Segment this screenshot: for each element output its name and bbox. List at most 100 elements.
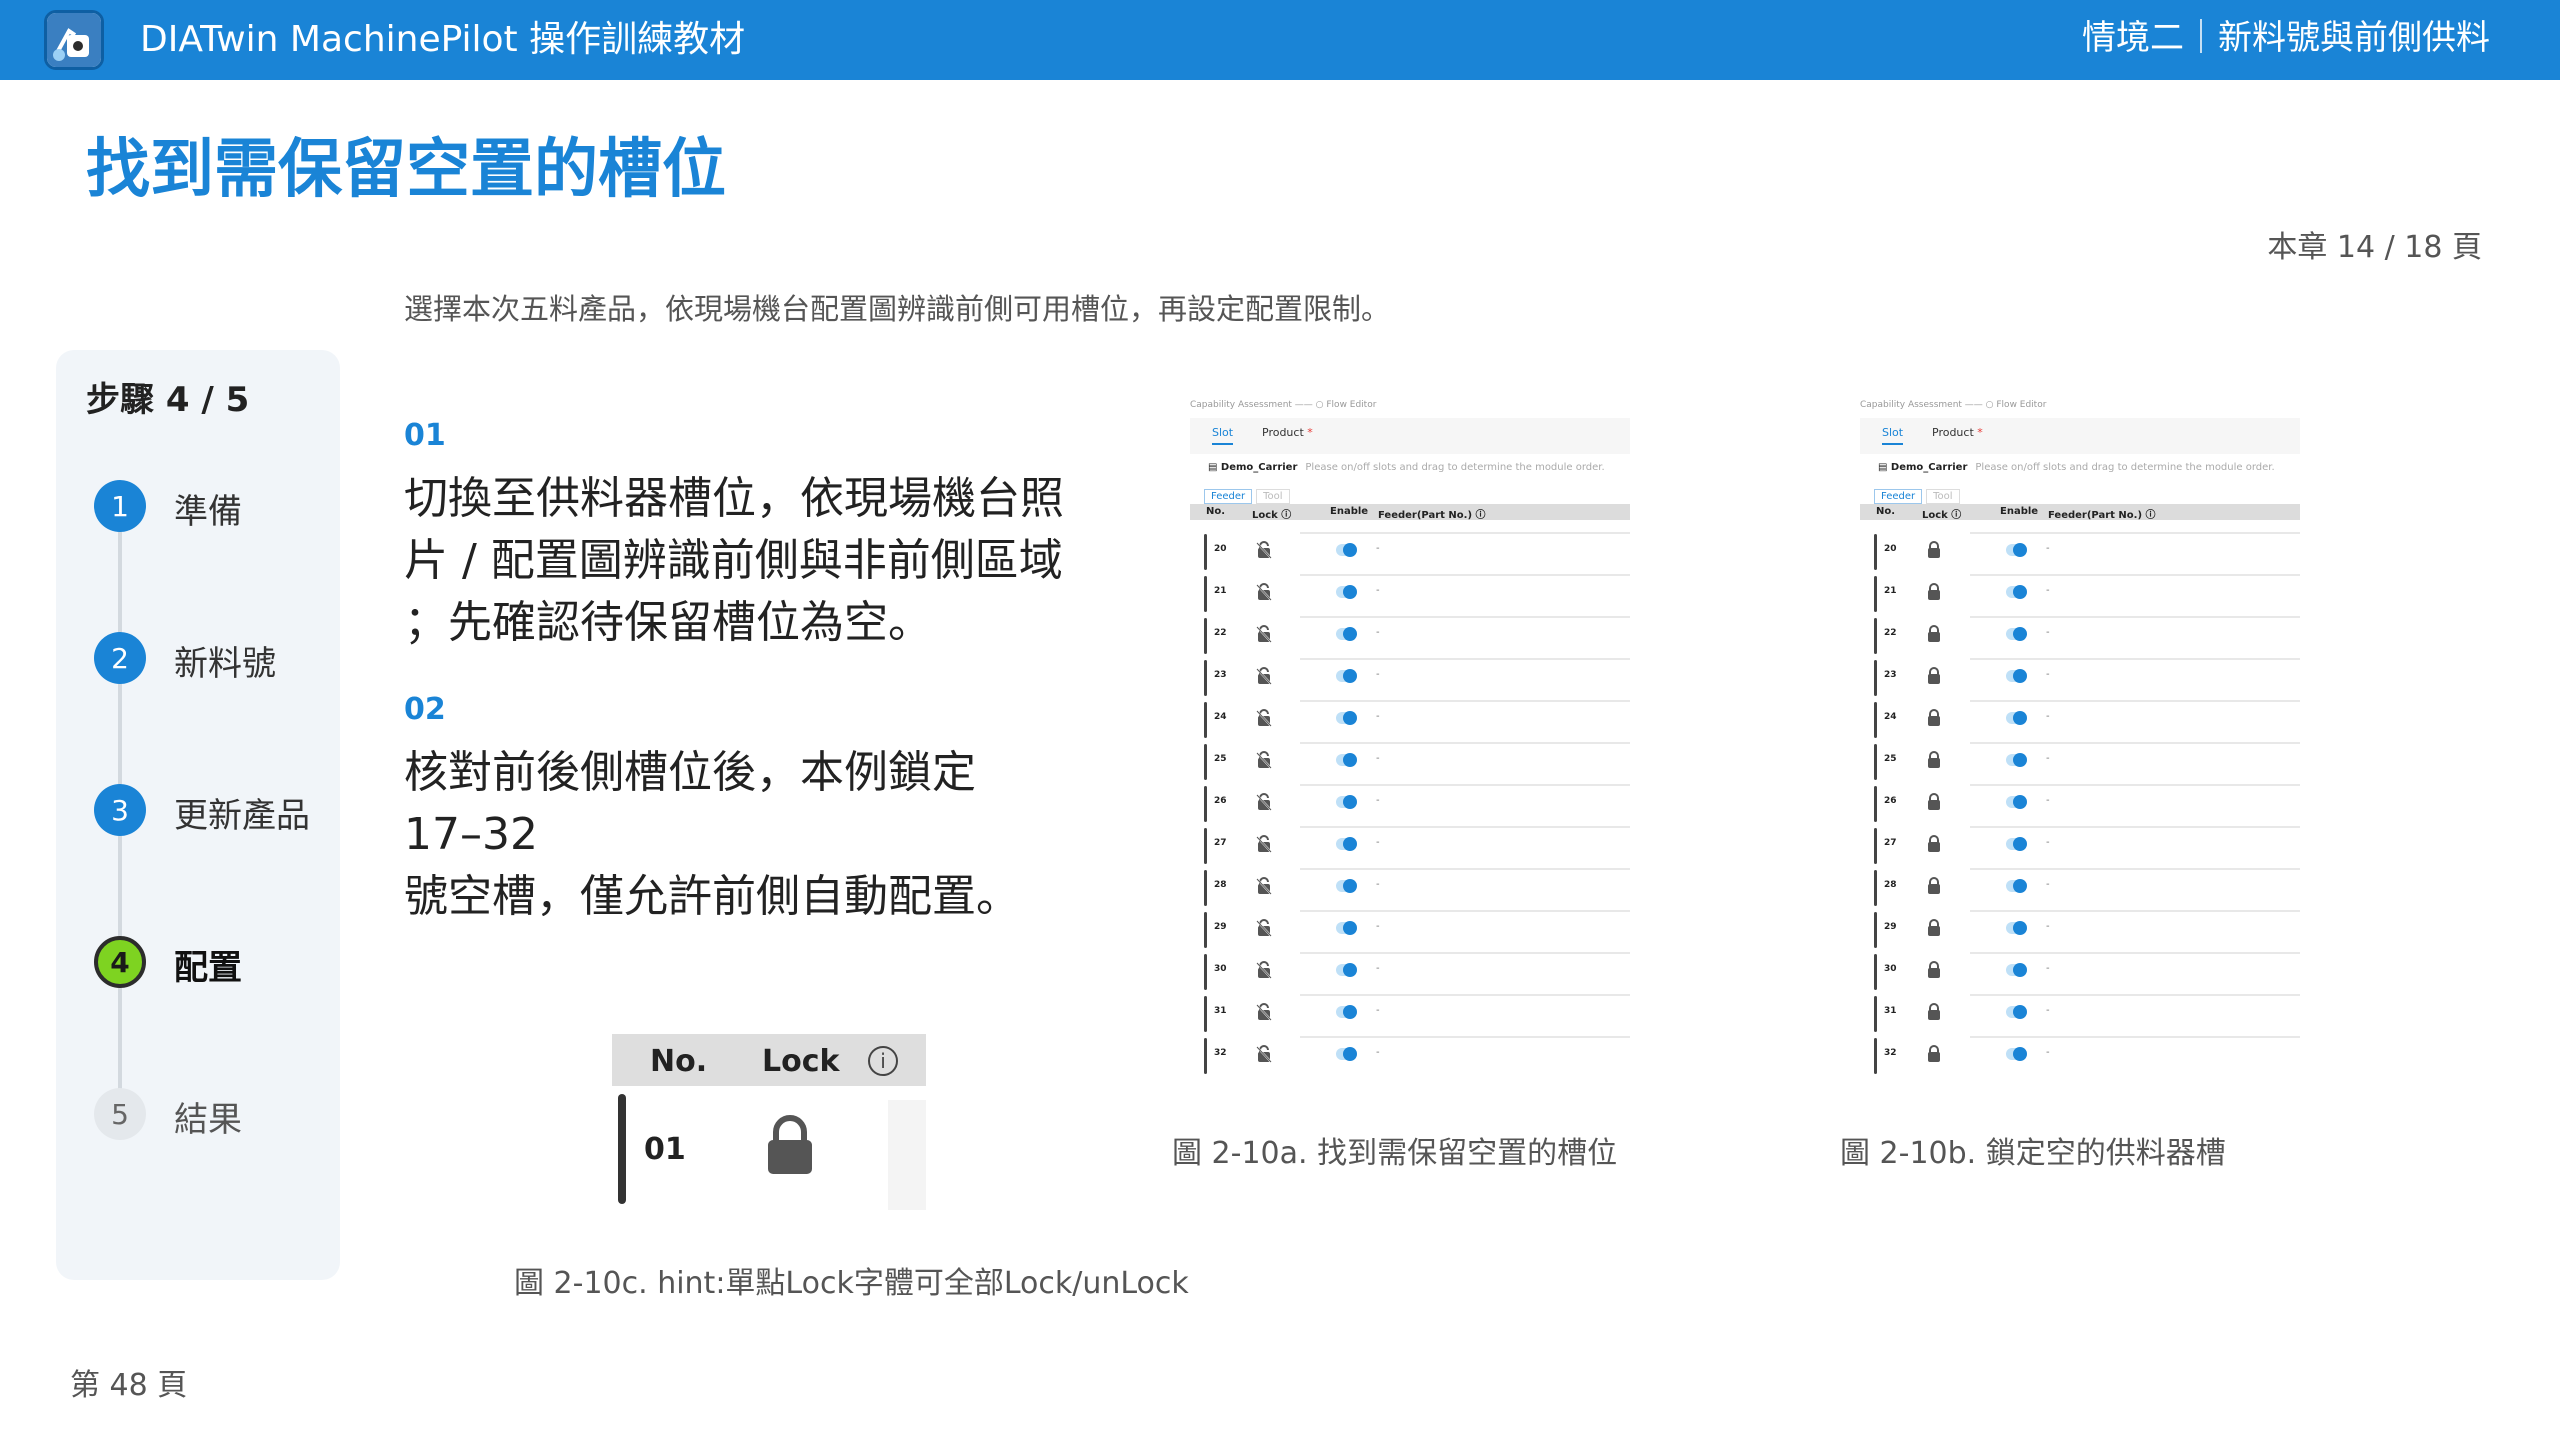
table-row[interactable]: 31 - xyxy=(1860,992,2300,1034)
enable-toggle[interactable] xyxy=(2006,627,2027,641)
unlocked-slot-icon[interactable] xyxy=(1254,960,1274,980)
table-row[interactable]: 32 - xyxy=(1860,1034,2300,1076)
unlocked-slot-icon[interactable] xyxy=(1254,918,1274,938)
table-row[interactable]: 28 - xyxy=(1190,866,1630,908)
enable-toggle[interactable] xyxy=(2006,963,2027,977)
tab-slot[interactable]: Slot xyxy=(1212,426,1234,445)
enable-toggle[interactable] xyxy=(2006,1047,2027,1061)
table-row[interactable]: 26 - xyxy=(1860,782,2300,824)
unlocked-slot-icon[interactable] xyxy=(1254,708,1274,728)
tab-product[interactable]: Product * xyxy=(1262,426,1313,439)
enable-toggle[interactable] xyxy=(1336,921,1357,935)
enable-toggle[interactable] xyxy=(1336,585,1357,599)
lock-icon[interactable] xyxy=(1924,1044,1944,1064)
lock-icon[interactable] xyxy=(1924,666,1944,686)
unlocked-slot-icon[interactable] xyxy=(1254,540,1274,560)
enable-toggle[interactable] xyxy=(2006,879,2027,893)
table-row[interactable]: 23 - xyxy=(1190,656,1630,698)
lock-icon[interactable] xyxy=(1924,1002,1944,1022)
table-row[interactable]: 26 - xyxy=(1190,782,1630,824)
enable-toggle[interactable] xyxy=(2006,795,2027,809)
table-row[interactable]: 25 - xyxy=(1190,740,1630,782)
unlocked-slot-icon[interactable] xyxy=(1254,750,1274,770)
lock-icon[interactable] xyxy=(1924,960,1944,980)
feeder-mode-button[interactable]: Feeder xyxy=(1204,489,1253,504)
lock-icon[interactable] xyxy=(1924,792,1944,812)
unlocked-slot-icon[interactable] xyxy=(1254,1044,1274,1064)
enable-toggle[interactable] xyxy=(2006,711,2027,725)
table-row[interactable]: 20 - xyxy=(1860,530,2300,572)
lock-icon[interactable] xyxy=(764,1114,816,1176)
table-row[interactable]: 32 - xyxy=(1190,1034,1630,1076)
step-item-5[interactable]: 5 結果 xyxy=(94,1088,334,1140)
enable-toggle[interactable] xyxy=(2006,1005,2027,1019)
col-lock[interactable]: Lock ⓘ xyxy=(1922,506,1961,521)
table-row[interactable]: 30 - xyxy=(1860,950,2300,992)
enable-toggle[interactable] xyxy=(1336,963,1357,977)
zoom-col-lock[interactable]: Lock xyxy=(762,1044,839,1079)
feeder-mode-button[interactable]: Feeder xyxy=(1874,489,1923,504)
enable-toggle[interactable] xyxy=(1336,1047,1357,1061)
table-row[interactable]: 21 - xyxy=(1190,572,1630,614)
enable-toggle[interactable] xyxy=(1336,1005,1357,1019)
unlocked-slot-icon[interactable] xyxy=(1254,792,1274,812)
enable-toggle[interactable] xyxy=(2006,585,2027,599)
enable-toggle[interactable] xyxy=(1336,627,1357,641)
enable-toggle[interactable] xyxy=(1336,669,1357,683)
table-row[interactable]: 29 - xyxy=(1860,908,2300,950)
unlocked-slot-icon[interactable] xyxy=(1254,876,1274,896)
lock-icon[interactable] xyxy=(1924,918,1944,938)
unlocked-slot-icon[interactable] xyxy=(1254,666,1274,686)
tool-mode-button[interactable]: Tool xyxy=(1256,489,1290,504)
tab-slot[interactable]: Slot xyxy=(1882,426,1904,445)
enable-toggle[interactable] xyxy=(1336,543,1357,557)
table-row[interactable]: 22 - xyxy=(1190,614,1630,656)
unlocked-slot-icon[interactable] xyxy=(1254,1002,1274,1022)
table-row[interactable]: 28 - xyxy=(1860,866,2300,908)
unlocked-slot-icon[interactable] xyxy=(1254,834,1274,854)
table-header: No. Lock ⓘ Enable Feeder(Part No.) ⓘ xyxy=(1190,504,1630,521)
table-row[interactable]: 23 - xyxy=(1860,656,2300,698)
table-row[interactable]: 21 - xyxy=(1860,572,2300,614)
table-row[interactable]: 22 - xyxy=(1860,614,2300,656)
table-row[interactable]: 31 - xyxy=(1190,992,1630,1034)
enable-toggle[interactable] xyxy=(2006,669,2027,683)
table-row[interactable]: 29 - xyxy=(1190,908,1630,950)
enable-toggle[interactable] xyxy=(1336,795,1357,809)
step-item-3[interactable]: 3 更新產品 xyxy=(94,784,334,836)
step-label: 結果 xyxy=(174,1100,242,1140)
enable-toggle[interactable] xyxy=(1336,711,1357,725)
tool-mode-button[interactable]: Tool xyxy=(1926,489,1960,504)
lock-icon[interactable] xyxy=(1924,834,1944,854)
table-row[interactable]: 27 - xyxy=(1190,824,1630,866)
enable-toggle[interactable] xyxy=(2006,753,2027,767)
table-row[interactable]: 25 - xyxy=(1860,740,2300,782)
lock-icon[interactable] xyxy=(1924,750,1944,770)
step-item-1[interactable]: 1 準備 xyxy=(94,480,334,532)
table-row[interactable]: 27 - xyxy=(1860,824,2300,866)
table-row[interactable]: 24 - xyxy=(1190,698,1630,740)
tab-product[interactable]: Product * xyxy=(1932,426,1983,439)
unlocked-slot-icon[interactable] xyxy=(1254,624,1274,644)
lock-icon[interactable] xyxy=(1924,876,1944,896)
step-item-2[interactable]: 2 新料號 xyxy=(94,632,334,684)
row-divider xyxy=(1970,1036,2300,1038)
row-divider xyxy=(1300,742,1630,744)
step-item-4[interactable]: 4 配置 xyxy=(94,936,334,988)
slot-bracket xyxy=(1874,744,1877,780)
unlocked-slot-icon[interactable] xyxy=(1254,582,1274,602)
lock-icon[interactable] xyxy=(1924,624,1944,644)
lock-icon[interactable] xyxy=(1924,582,1944,602)
lock-icon[interactable] xyxy=(1924,708,1944,728)
table-row[interactable]: 20 - xyxy=(1190,530,1630,572)
enable-toggle[interactable] xyxy=(2006,543,2027,557)
enable-toggle[interactable] xyxy=(1336,753,1357,767)
table-row[interactable]: 30 - xyxy=(1190,950,1630,992)
col-lock[interactable]: Lock ⓘ xyxy=(1252,506,1291,521)
enable-toggle[interactable] xyxy=(1336,837,1357,851)
enable-toggle[interactable] xyxy=(2006,921,2027,935)
enable-toggle[interactable] xyxy=(1336,879,1357,893)
table-row[interactable]: 24 - xyxy=(1860,698,2300,740)
enable-toggle[interactable] xyxy=(2006,837,2027,851)
lock-icon[interactable] xyxy=(1924,540,1944,560)
